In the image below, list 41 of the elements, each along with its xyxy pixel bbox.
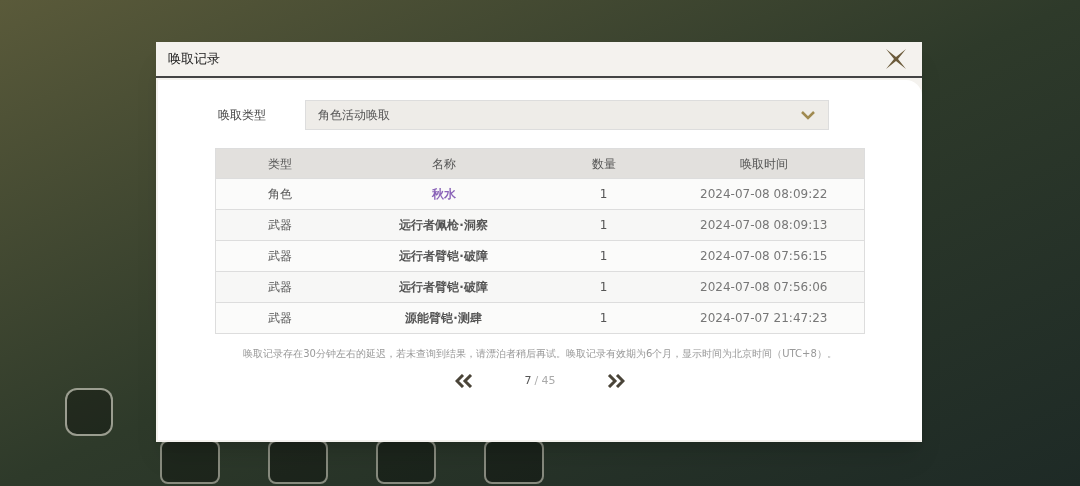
column-header: 唤取时间 [663, 148, 865, 179]
filter-label: 唤取类型 [217, 107, 267, 124]
menu-button[interactable] [376, 440, 436, 484]
camera-button[interactable] [65, 388, 113, 436]
table-cell: 1 [543, 302, 664, 334]
total-pages: / 45 [534, 373, 556, 389]
close-icon [884, 47, 908, 71]
column-header: 类型 [215, 148, 344, 179]
current-page: 7 [524, 373, 532, 389]
table-cell: 角色 [215, 178, 344, 210]
table-cell: 秋水 [343, 178, 544, 210]
dialog-title: 唤取记录 [168, 50, 220, 69]
table-cell: 2024-07-08 08:09:22 [663, 178, 865, 210]
menu-button[interactable] [484, 440, 544, 484]
next-page-button[interactable] [607, 374, 625, 389]
notice-text: 唤取记录存在30分钟左右的延迟，若未查询到结果，请漂泊者稍后再试。唤取记录有效期为6个月，显示时间为北京时间（UTC+8）。 [243, 347, 837, 361]
table-cell: 远行者臂铠·破障 [343, 271, 544, 303]
table-cell: 远行者佩枪·洞察 [343, 209, 544, 241]
menu-button[interactable] [160, 440, 220, 484]
double-chevron-right-icon [607, 374, 625, 389]
previous-page-button[interactable] [455, 374, 473, 389]
column-header: 名称 [343, 148, 544, 179]
filter-dropdown[interactable]: 角色活动唤取 [305, 100, 829, 130]
column-header: 数量 [543, 148, 664, 179]
table-cell: 武器 [215, 271, 344, 303]
table-cell: 1 [543, 271, 664, 303]
menu-button[interactable] [268, 440, 328, 484]
table-cell: 2024-07-08 08:09:13 [663, 209, 865, 241]
table-cell: 1 [543, 209, 664, 241]
table-cell: 武器 [215, 209, 344, 241]
table-cell: 远行者臂铠·破障 [343, 240, 544, 272]
table-cell: 1 [543, 240, 664, 272]
table-cell: 武器 [215, 302, 344, 334]
table-cell: 1 [543, 178, 664, 210]
double-chevron-left-icon [455, 374, 473, 389]
chevron-down-icon [800, 110, 816, 120]
table-cell: 源能臂铠·测肆 [343, 302, 544, 334]
table-cell: 2024-07-08 07:56:06 [663, 271, 865, 303]
table-cell: 2024-07-07 21:47:23 [663, 302, 865, 334]
table-cell: 2024-07-08 07:56:15 [663, 240, 865, 272]
table-cell: 武器 [215, 240, 344, 272]
